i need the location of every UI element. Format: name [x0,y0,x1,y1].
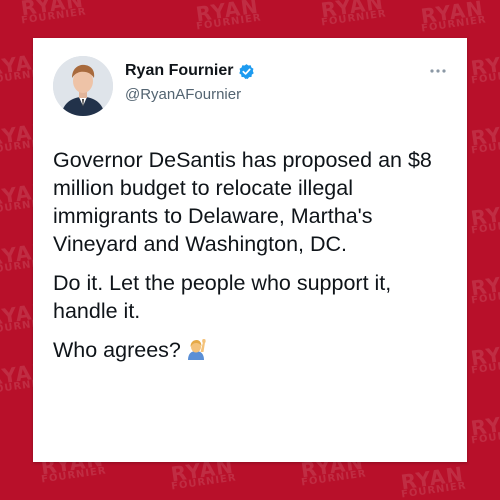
watermark-tile: RYAN FOURNIER [469,338,500,377]
tweet-paragraph-3-text: Who agrees? [53,338,181,362]
watermark-tile: RYAN FOURNIER [419,0,487,34]
watermark-tile: RYAN FOURNIER [469,268,500,307]
avatar-photo [53,56,113,116]
watermark-tile: RYAN FOURNIER [194,0,262,32]
avatar[interactable] [53,56,113,116]
raising-hand-emoji-icon [185,338,207,360]
watermark-tile: RYAN FOURNIER [469,198,500,237]
verified-badge-icon [238,63,255,80]
tweet-paragraph-3: Who agrees? [53,336,453,364]
author-display-name[interactable]: Ryan Fournier [125,62,233,80]
watermark-tile: RYAN FOURNIER [469,118,500,157]
watermark-tile: RYAN FOURNIER [169,454,237,493]
more-horizontal-icon[interactable] [429,62,447,73]
watermark-tile: RYAN FOURNIER [469,48,500,87]
watermark-tile: RYAN FOURNIER [469,408,500,447]
tweet-text: Governor DeSantis has proposed an $8 mil… [53,146,453,375]
tweet-card[interactable]: Ryan Fournier @RyanAFournier Governor De… [33,38,467,462]
author-name-row: Ryan Fournier [125,62,255,80]
watermark-tile: RYAN FOURNIER [319,0,387,28]
tweet-paragraph-2: Do it. Let the people who support it, ha… [53,271,392,323]
tweet-paragraph-1: Governor DeSantis has proposed an $8 mil… [53,148,432,256]
author-handle[interactable]: @RyanAFournier [125,86,241,103]
watermark-tile: RYAN FOURNIER [399,462,467,500]
watermark-tile: RYAN FOURNIER [19,0,87,26]
